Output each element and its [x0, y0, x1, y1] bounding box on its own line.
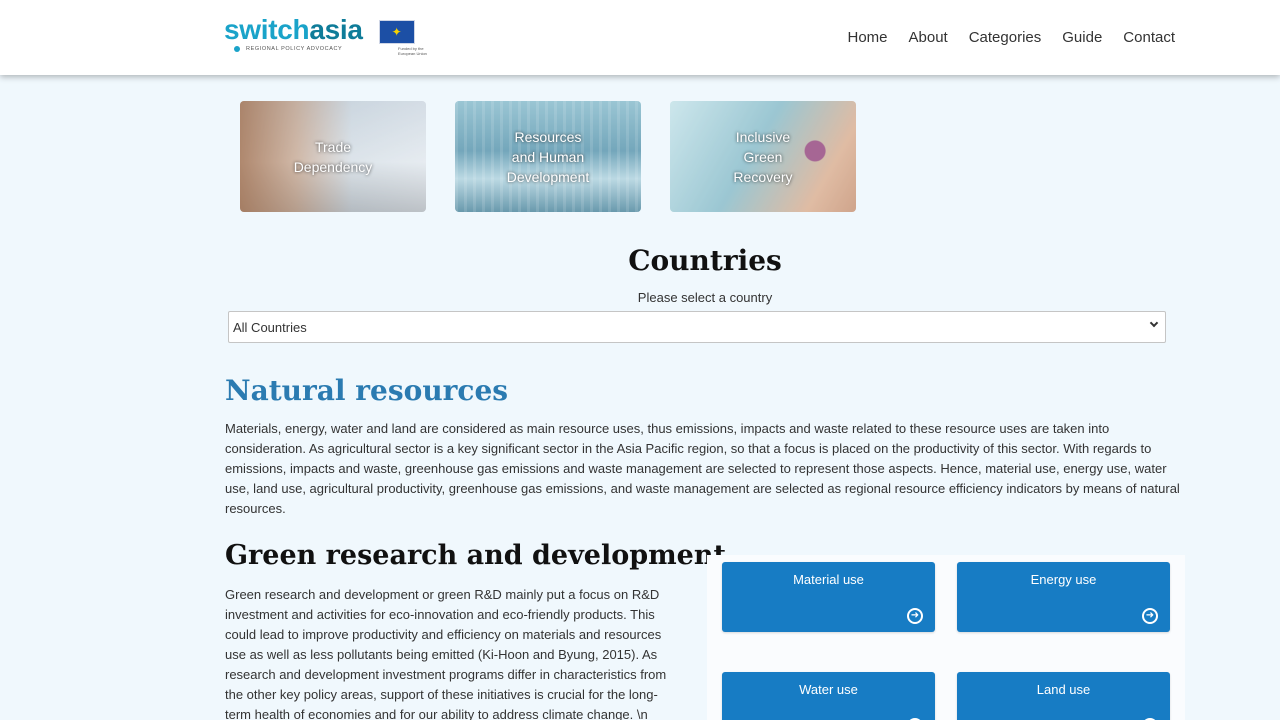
category-label: Inclusive Green Recovery — [733, 128, 793, 185]
indicator-label: Material use — [793, 572, 864, 587]
nav-guide[interactable]: Guide — [1062, 29, 1102, 46]
countries-heading: Countries — [628, 244, 782, 277]
site-header: switchasia REGIONAL POLICY ADVOCACY ✦ Fu… — [0, 0, 1280, 75]
category-label: Trade Dependency — [293, 138, 373, 175]
green-rd-heading: Green research and development — [225, 540, 726, 571]
indicator-material-use[interactable]: Material use ➜ — [722, 562, 935, 632]
logo-wordmark: switchasia — [224, 16, 363, 44]
logo-text-switch: switch — [224, 14, 310, 45]
natural-resources-heading: Natural resources — [225, 374, 509, 407]
logo-text-asia: asia — [309, 14, 363, 45]
nav-about[interactable]: About — [909, 29, 948, 46]
arrow-right-circle-icon: ➜ — [1142, 608, 1158, 624]
category-card-trade-dependency[interactable]: Trade Dependency — [240, 101, 426, 212]
countries-subtitle: Please select a country — [637, 290, 773, 305]
indicator-label: Water use — [799, 682, 858, 697]
indicator-label: Energy use — [1030, 572, 1097, 587]
indicator-land-use[interactable]: Land use ➜ — [957, 672, 1170, 720]
nav-categories[interactable]: Categories — [969, 29, 1042, 46]
nav-home[interactable]: Home — [848, 29, 888, 46]
country-select-value: All Countries — [233, 319, 307, 335]
main-nav: Home About Categories Guide Contact — [827, 29, 1176, 46]
indicator-water-use[interactable]: Water use ➜ — [722, 672, 935, 720]
nav-contact[interactable]: Contact — [1123, 29, 1175, 46]
category-card-resources-human-development[interactable]: Resources and Human Development — [455, 101, 641, 212]
indicator-energy-use[interactable]: Energy use ➜ — [957, 562, 1170, 632]
country-select[interactable]: All Countries — [228, 311, 1166, 343]
switchasia-logo[interactable]: switchasia REGIONAL POLICY ADVOCACY ✦ Fu… — [224, 16, 427, 57]
eu-caption: Funded by the European Union — [398, 46, 427, 56]
category-card-inclusive-green-recovery[interactable]: Inclusive Green Recovery — [670, 101, 856, 212]
indicator-label: Land use — [1036, 682, 1091, 697]
chevron-down-icon — [1149, 318, 1159, 328]
eu-flag-icon: ✦ — [378, 20, 415, 44]
logo-subtitle: REGIONAL POLICY ADVOCACY — [246, 46, 343, 52]
category-label: Resources and Human Development — [506, 128, 590, 185]
arrow-right-circle-icon: ➜ — [907, 608, 923, 624]
natural-resources-text: Materials, energy, water and land are co… — [225, 421, 1180, 516]
logo-dot-icon — [234, 46, 240, 52]
green-rd-text: Green research and development or green … — [225, 587, 667, 720]
